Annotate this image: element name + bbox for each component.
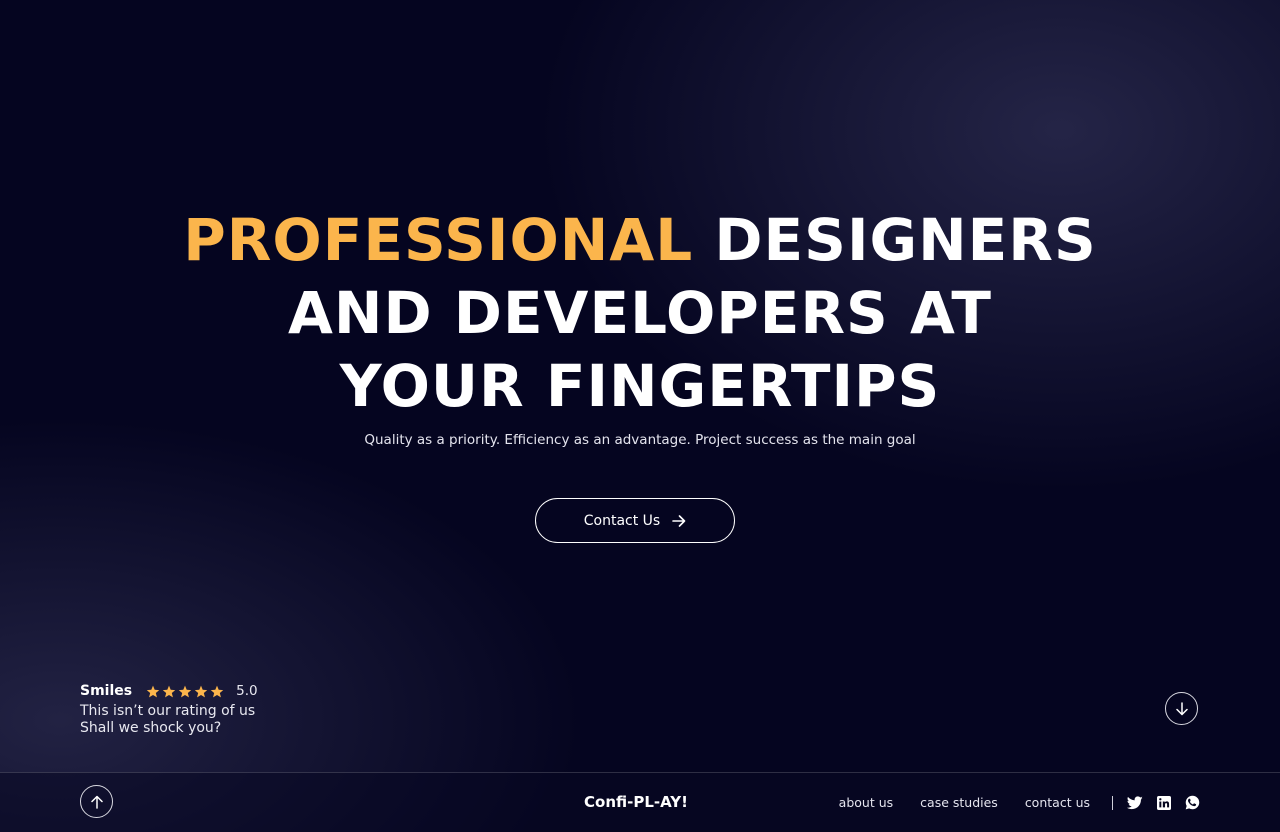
contact-us-label: Contact Us (583, 512, 661, 529)
rating-text-2: Shall we shock you? (80, 720, 222, 736)
hero-title: PROFESSIONAL DESIGNERS AND DEVELOPERS AT… (0, 204, 1280, 423)
hero-title-line-1: PROFESSIONAL DESIGNERS (0, 204, 1280, 277)
whatsapp-icon[interactable] (1185, 795, 1200, 810)
scroll-down-button[interactable] (1165, 692, 1198, 725)
star-icon (178, 685, 192, 697)
hero-subtitle: Quality as a priority. Efficiency as an … (364, 432, 916, 448)
hero-title-line-3: YOUR FINGERTIPS (339, 352, 941, 420)
hero-title-accent: PROFESSIONAL (183, 206, 694, 274)
rating-text-1: This isn’t our rating of us (80, 703, 256, 719)
arrow-right-icon (672, 514, 686, 527)
arrow-down-icon (1175, 701, 1188, 715)
star-icon (162, 685, 176, 697)
rating-stars (146, 685, 224, 698)
twitter-icon[interactable] (1127, 795, 1143, 810)
star-icon (210, 685, 224, 697)
hero-title-line-2: AND DEVELOPERS AT (288, 279, 992, 347)
nav-divider (1112, 795, 1113, 810)
star-icon (146, 685, 160, 697)
linkedin-icon[interactable] (1157, 795, 1171, 810)
hero-title-line-1-rest: DESIGNERS (714, 206, 1097, 274)
rating-row: Smiles 5.0 (80, 682, 258, 700)
contact-us-button[interactable]: Contact Us (535, 498, 735, 543)
social-links (1127, 795, 1200, 810)
nav-link-case-studies[interactable]: case studies (920, 795, 998, 810)
rating-score: 5.0 (236, 683, 258, 699)
nav-link-about-us[interactable]: about us (839, 795, 893, 810)
star-icon (194, 685, 208, 697)
rating-brand: Smiles (80, 683, 133, 699)
footer-nav: about us case studies contact us (839, 795, 1200, 810)
rating-block: Smiles 5.0 This isn’t our rating of us S… (80, 682, 258, 737)
nav-link-contact-us[interactable]: contact us (1025, 795, 1090, 810)
